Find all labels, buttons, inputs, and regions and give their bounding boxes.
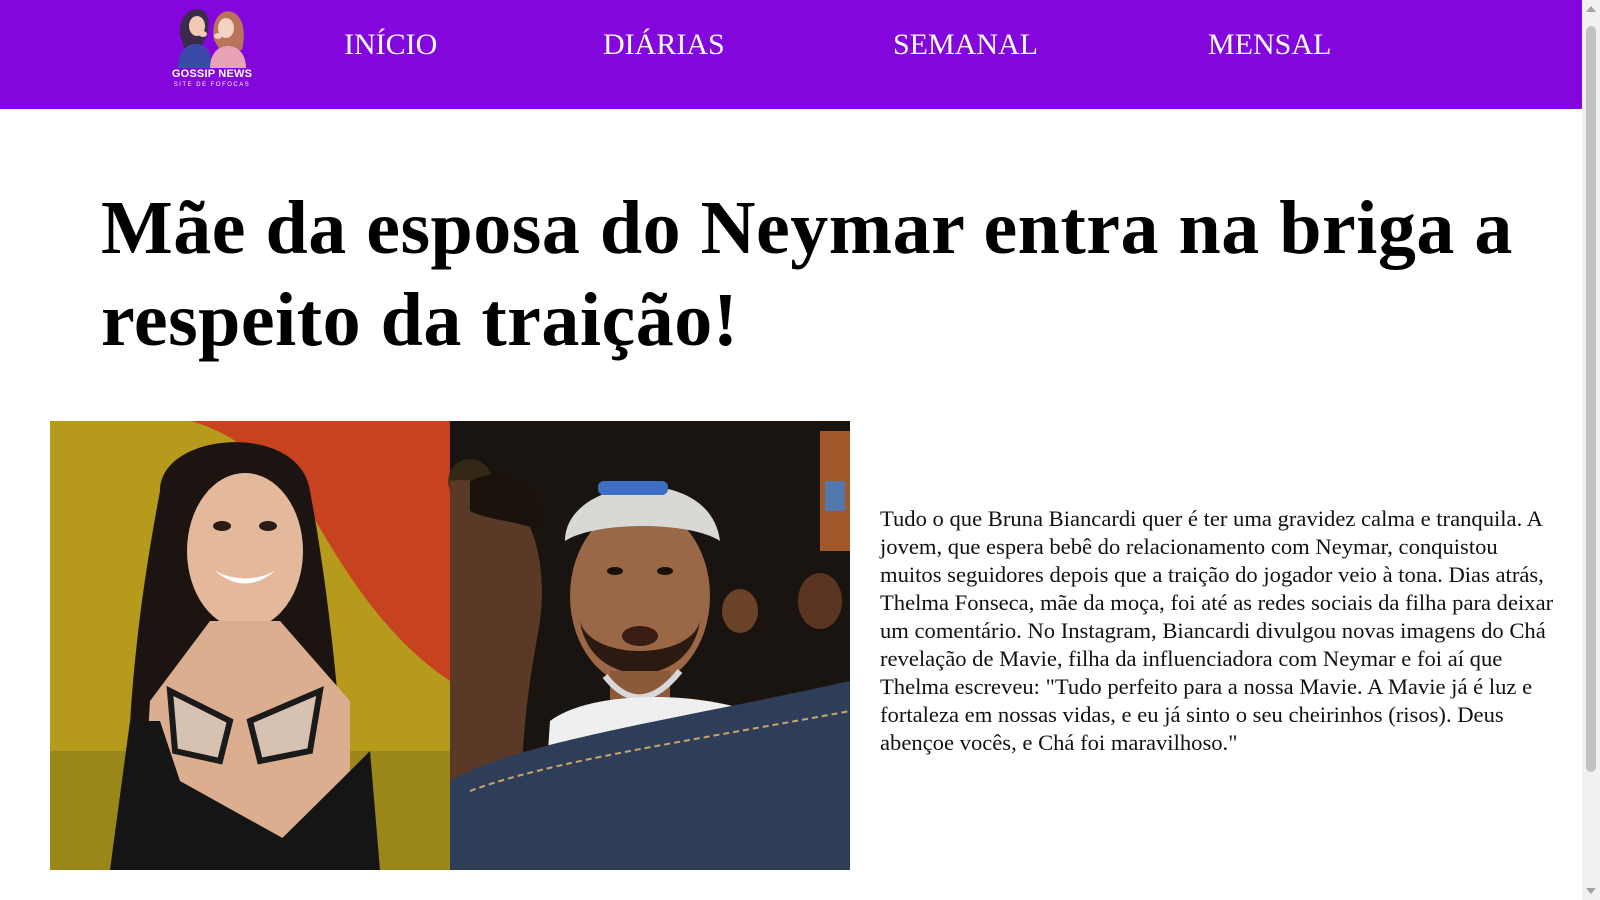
nav-link-inicio[interactable]: INÍCIO — [344, 28, 437, 62]
article-headline: Mãe da esposa do Neymar entra na briga a… — [101, 186, 1513, 362]
site-logo[interactable]: GOSSIP NEWS SITE DE FOFOCAS — [162, 4, 262, 90]
page-scrollbar[interactable] — [1582, 0, 1600, 900]
scroll-down-arrow-icon[interactable] — [1586, 888, 1596, 894]
nav-link-mensal[interactable]: MENSAL — [1208, 28, 1331, 62]
nav-link-semanal[interactable]: SEMANAL — [893, 28, 1038, 62]
two-women-whispering-icon — [178, 9, 246, 68]
scroll-up-arrow-icon[interactable] — [1586, 6, 1596, 12]
logo-title: GOSSIP NEWS — [171, 68, 253, 80]
article-photo — [50, 421, 850, 870]
navbar: GOSSIP NEWS SITE DE FOFOCAS INÍCIO DIÁRI… — [0, 0, 1582, 109]
article-body: Tudo o que Bruna Biancardi quer é ter um… — [880, 506, 1554, 755]
scrollbar-thumb[interactable] — [1586, 26, 1596, 772]
logo-subtitle: SITE DE FOFOCAS — [173, 82, 251, 88]
page: GOSSIP NEWS SITE DE FOFOCAS INÍCIO DIÁRI… — [0, 0, 1600, 900]
nav-link-diarias[interactable]: DIÁRIAS — [603, 28, 725, 62]
